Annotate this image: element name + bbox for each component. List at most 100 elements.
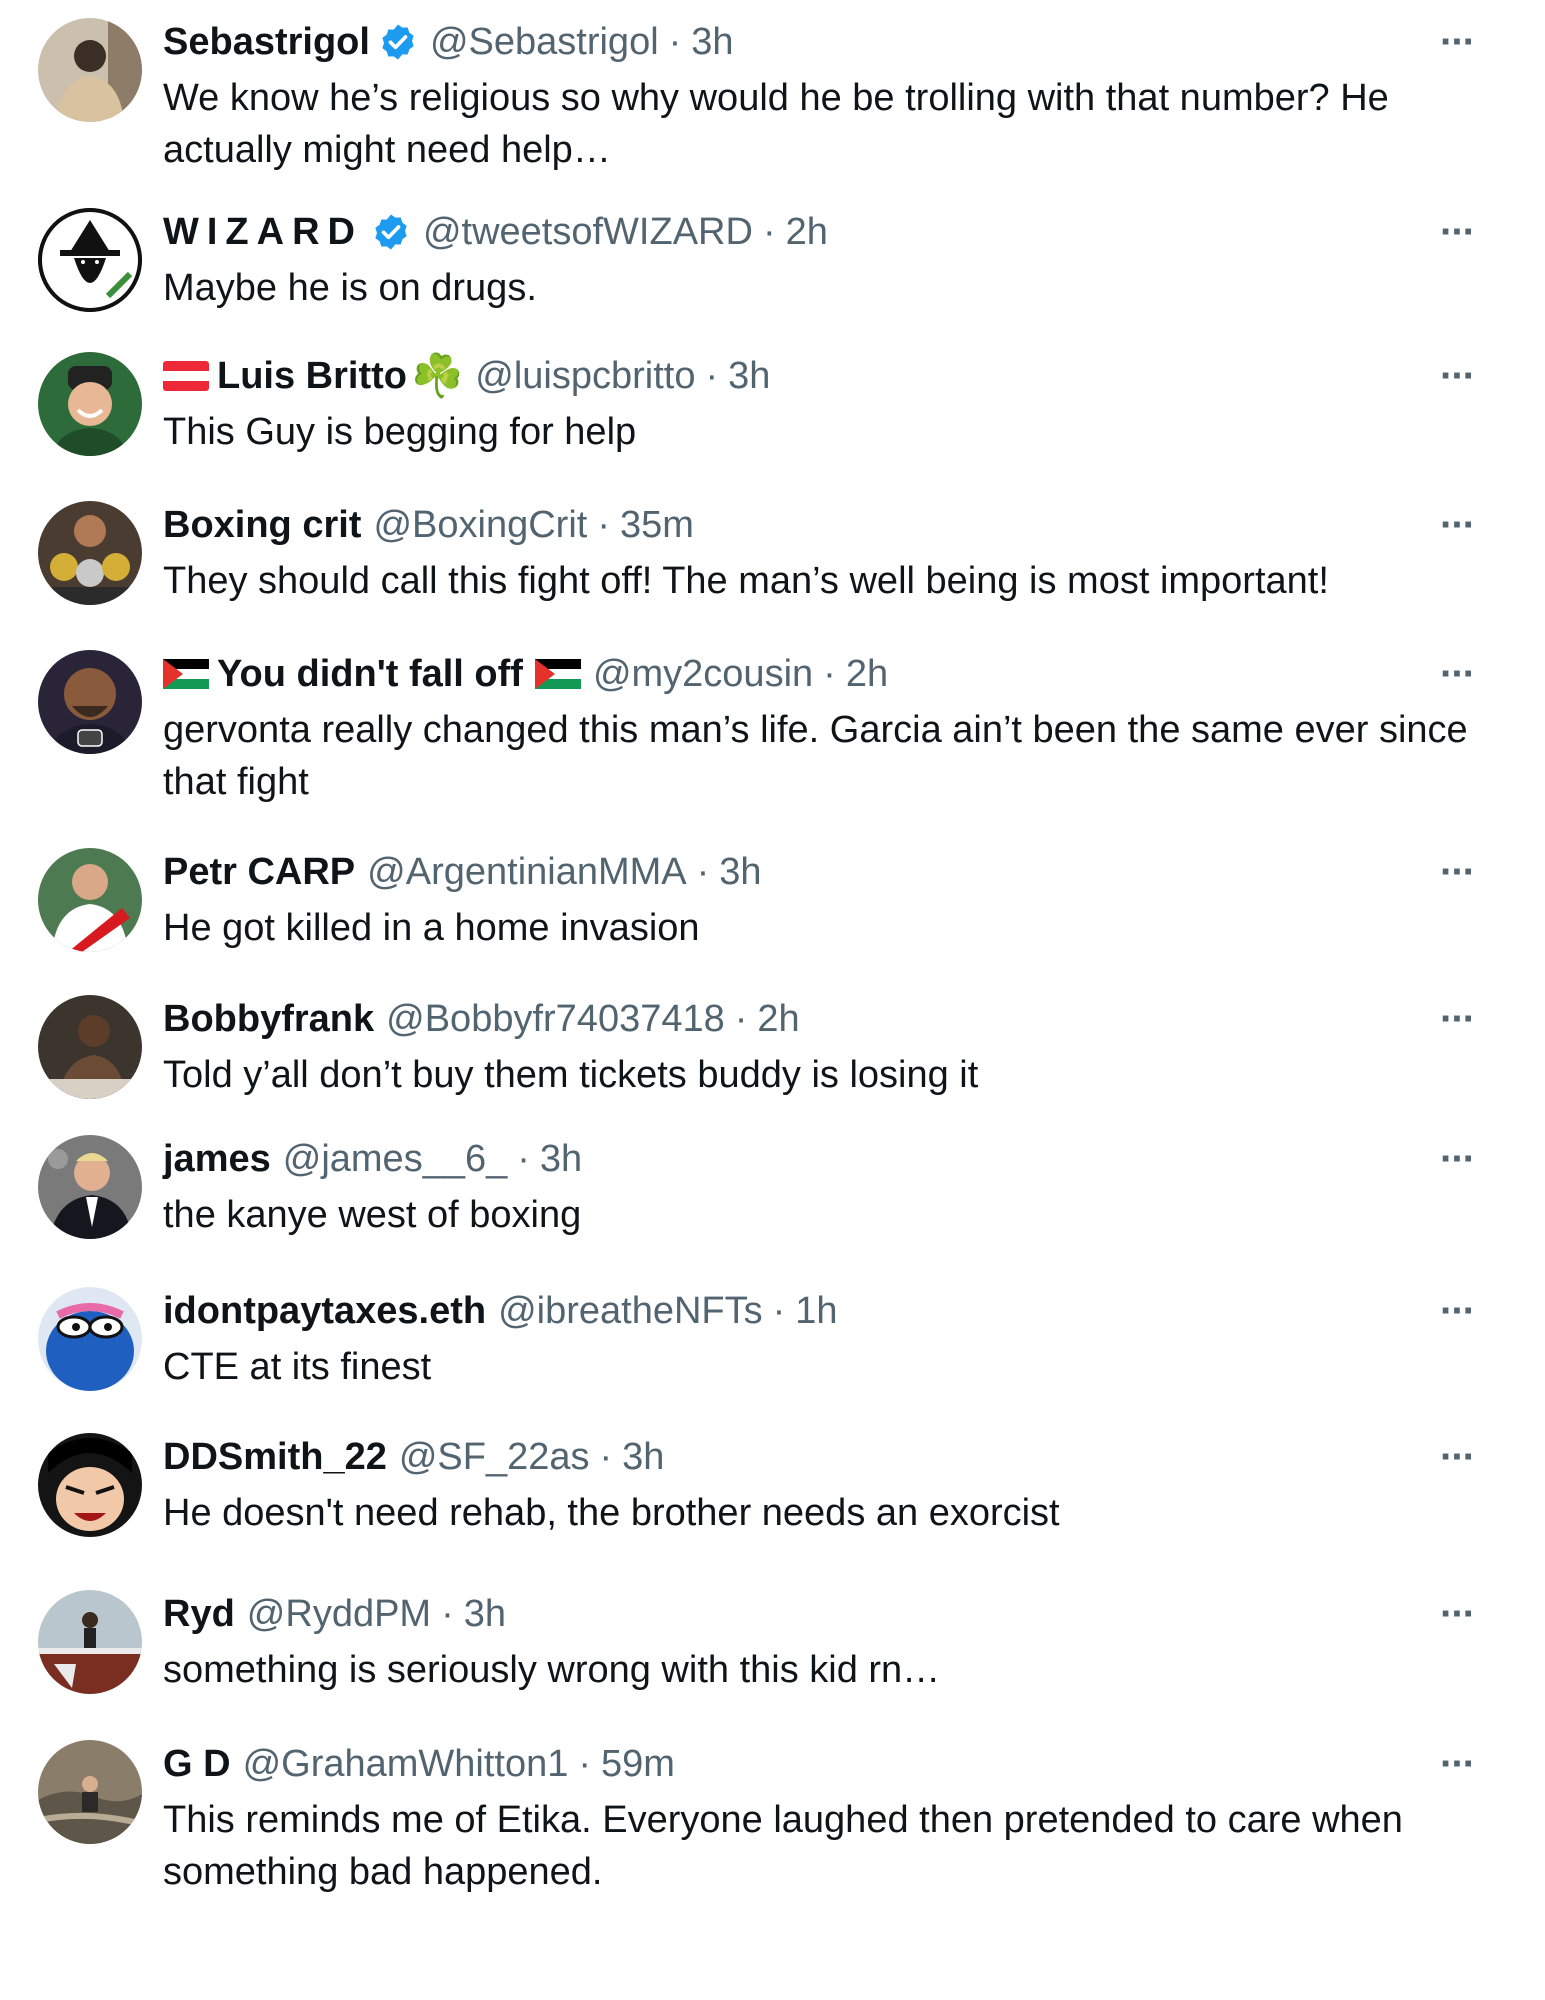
more-options-button[interactable]: ···: [1429, 352, 1485, 400]
man-suit-avatar-icon: [38, 1135, 142, 1239]
reply-text: He got killed in a home invasion: [163, 907, 700, 949]
separator-dot: ·: [597, 504, 610, 546]
palestine-flag-icon: [534, 659, 581, 689]
separator-dot: ·: [517, 1138, 530, 1180]
person-on-railing-avatar-icon: [38, 1590, 142, 1694]
person-jacket-avatar-icon: [38, 18, 142, 122]
timestamp[interactable]: 35m: [620, 501, 694, 549]
display-name[interactable]: james: [163, 1135, 271, 1183]
avatar[interactable]: [38, 1590, 142, 1694]
reply-text: They should call this fight off! The man…: [163, 560, 1329, 602]
avatar[interactable]: [38, 501, 142, 605]
handle[interactable]: @BoxingCrit: [373, 501, 587, 549]
shamrock-icon: ☘️: [410, 352, 464, 399]
more-options-button[interactable]: ···: [1429, 995, 1485, 1043]
separator-dot: ·: [599, 1436, 613, 1478]
handle[interactable]: @luispcbritto: [475, 352, 695, 400]
reply-text: CTE at its finest: [163, 1346, 432, 1388]
separator-dot: ·: [441, 1593, 454, 1635]
reply-text: gervonta really changed this man’s life.…: [163, 709, 1468, 803]
reply-text: This Guy is begging for help: [163, 411, 637, 453]
boxer-belts-avatar-icon: [38, 501, 142, 605]
more-options-button[interactable]: ···: [1429, 848, 1485, 896]
timestamp[interactable]: 59m: [601, 1740, 675, 1788]
verified-badge-icon: [382, 24, 414, 60]
avatar[interactable]: [38, 352, 142, 456]
reply-text: Maybe he is on drugs.: [163, 267, 537, 309]
handle[interactable]: @Sebastrigol: [430, 18, 659, 66]
avatar[interactable]: [38, 18, 142, 122]
avatar[interactable]: [38, 1433, 142, 1537]
handle[interactable]: @GrahamWhitton1: [243, 1740, 569, 1788]
display-name[interactable]: G D: [163, 1740, 231, 1788]
handle[interactable]: @james__6_: [283, 1135, 507, 1183]
handle[interactable]: @ibreatheNFTs: [498, 1287, 763, 1335]
display-name[interactable]: idontpaytaxes.eth: [163, 1287, 486, 1335]
reply-text: We know he’s religious so why would he b…: [163, 77, 1389, 171]
reply-text: He doesn't need rehab, the brother needs…: [163, 1492, 1060, 1534]
timestamp[interactable]: 2h: [757, 995, 799, 1043]
timestamp[interactable]: 3h: [719, 848, 761, 896]
handle[interactable]: @RyddPM: [247, 1590, 431, 1638]
bald-man-avatar-icon: [38, 650, 142, 754]
display-name[interactable]: Petr CARP: [163, 848, 355, 896]
separator-dot: ·: [705, 355, 719, 397]
verified-badge-icon: [375, 214, 407, 250]
more-options-button[interactable]: ···: [1429, 650, 1485, 698]
person-on-rocks-avatar-icon: [38, 1740, 142, 1844]
avatar[interactable]: [38, 1287, 142, 1391]
timestamp[interactable]: 2h: [846, 650, 888, 698]
reply-text: This reminds me of Etika. Everyone laugh…: [163, 1799, 1403, 1893]
separator-dot: ·: [668, 21, 682, 63]
river-plate-jersey-avatar-icon: [38, 848, 142, 952]
more-options-button[interactable]: ···: [1429, 208, 1485, 256]
handle[interactable]: @Bobbyfr74037418: [386, 995, 725, 1043]
display-name[interactable]: WIZARD: [163, 208, 363, 256]
timestamp[interactable]: 3h: [728, 352, 770, 400]
display-name[interactable]: You didn't fall off: [217, 650, 523, 698]
blue-frog-avatar-icon: [38, 1287, 142, 1391]
more-options-button[interactable]: ···: [1429, 1433, 1485, 1481]
man-dark-room-avatar-icon: [38, 995, 142, 1099]
timestamp[interactable]: 3h: [691, 18, 733, 66]
more-options-button[interactable]: ···: [1429, 1135, 1485, 1183]
avatar[interactable]: [38, 1135, 142, 1239]
display-name[interactable]: Boxing crit: [163, 501, 361, 549]
separator-dot: ·: [578, 1743, 592, 1785]
timestamp[interactable]: 3h: [464, 1590, 506, 1638]
avatar[interactable]: [38, 995, 142, 1099]
reply-text: something is seriously wrong with this k…: [163, 1649, 941, 1691]
avatar[interactable]: [38, 208, 142, 312]
display-name[interactable]: Luis Britto: [217, 352, 407, 400]
timestamp[interactable]: 3h: [622, 1433, 664, 1481]
handle[interactable]: @tweetsofWIZARD: [423, 208, 753, 256]
avatar[interactable]: [38, 1740, 142, 1844]
more-options-button[interactable]: ···: [1429, 501, 1485, 549]
timestamp[interactable]: 1h: [795, 1287, 837, 1335]
timestamp[interactable]: 3h: [540, 1135, 582, 1183]
display-name[interactable]: Sebastrigol: [163, 18, 370, 66]
separator-dot: ·: [734, 998, 748, 1040]
more-options-button[interactable]: ···: [1429, 1740, 1485, 1788]
anime-face-avatar-icon: [38, 1433, 142, 1537]
avatar[interactable]: [38, 848, 142, 952]
handle[interactable]: @SF_22as: [399, 1433, 590, 1481]
timestamp[interactable]: 2h: [786, 208, 828, 256]
separator-dot: ·: [772, 1290, 786, 1332]
handle[interactable]: @my2cousin: [593, 650, 813, 698]
handle[interactable]: @ArgentinianMMA: [367, 848, 686, 896]
wizard-logo-avatar-icon: [38, 208, 142, 312]
more-options-button[interactable]: ···: [1429, 18, 1485, 66]
display-name[interactable]: Bobbyfrank: [163, 995, 374, 1043]
display-name[interactable]: DDSmith_22: [163, 1433, 387, 1481]
austria-flag-icon: [163, 361, 209, 391]
smiling-man-avatar-icon: [38, 352, 142, 456]
display-name[interactable]: Ryd: [163, 1590, 235, 1638]
palestine-flag-icon: [163, 659, 209, 689]
avatar[interactable]: [38, 650, 142, 754]
more-options-button[interactable]: ···: [1429, 1287, 1485, 1335]
separator-dot: ·: [696, 851, 710, 893]
separator-dot: ·: [823, 653, 836, 695]
reply-text: the kanye west of boxing: [163, 1194, 582, 1236]
more-options-button[interactable]: ···: [1429, 1590, 1485, 1638]
